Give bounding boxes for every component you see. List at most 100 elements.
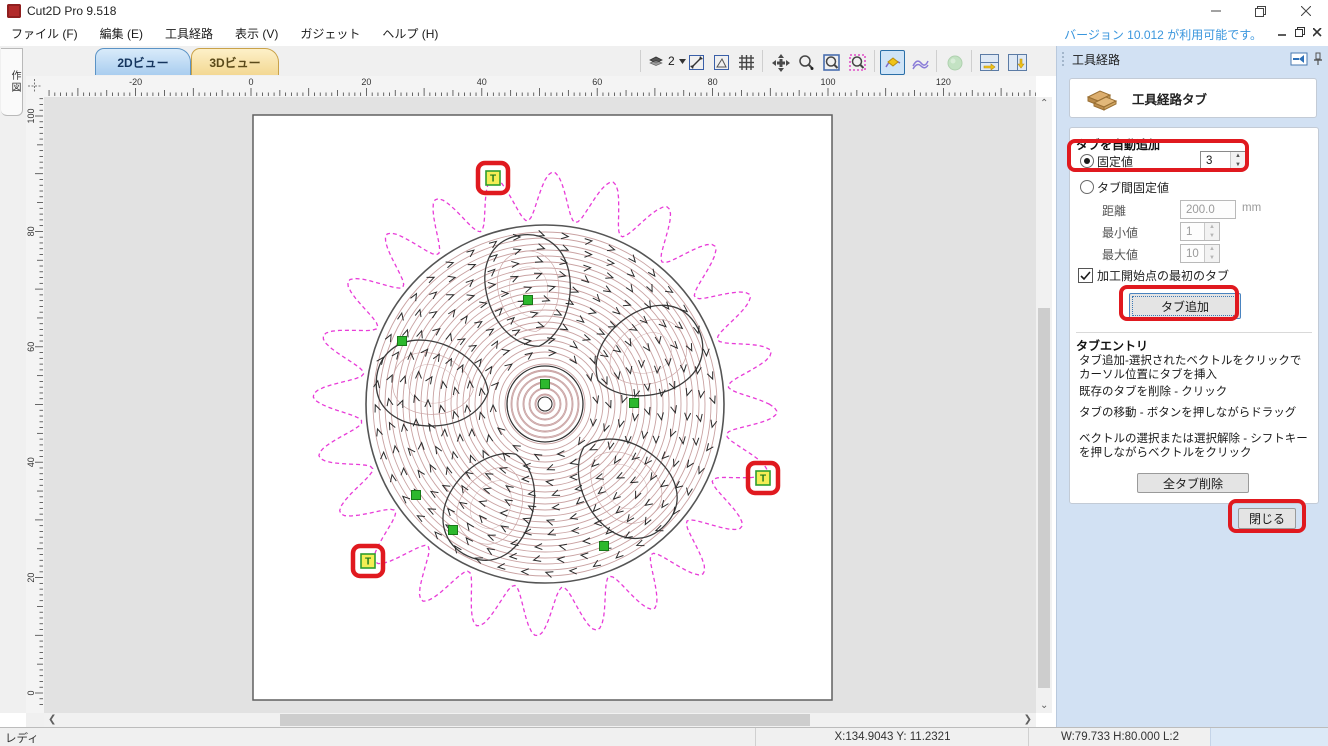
grid-toggle-icon[interactable] [734,50,759,75]
panel-title: 工具経路 [1072,51,1120,68]
fixed-value-label: 固定値 [1097,153,1133,170]
svg-text:120: 120 [936,77,951,87]
vertical-scroll-thumb[interactable] [1038,308,1050,688]
close-panel-button[interactable]: 閉じる [1238,508,1296,529]
tab-entry-line1: タブ追加-選択されたベクトルをクリックでカーソル位置にタブを挿入 [1079,355,1311,382]
menu-file[interactable]: ファイル (F) [0,22,89,46]
toolpath-tabs-header-card: 工具経路タブ [1069,78,1317,118]
horizontal-ruler: -20020406080100120 [44,76,1036,98]
toggle-solid-view-icon[interactable] [942,50,967,75]
delete-all-tabs-button[interactable]: 全タブ削除 [1137,473,1249,493]
svg-text:80: 80 [26,226,36,236]
horizontal-scroll-thumb[interactable] [280,714,810,726]
first-tab-checkbox-label: 加工開始点の最初のタブ [1097,267,1229,284]
menu-view[interactable]: 表示 (V) [224,22,289,46]
close-button[interactable] [1283,0,1328,22]
layer-stack-icon [648,54,664,68]
panel-grip[interactable] [1061,51,1066,67]
zoom-to-material-icon[interactable] [709,50,734,75]
tab-settings-card: タブを自動追加 固定値 3 ▲▼ タブ間固定値 距離 200.0 mm 最小値 … [1069,127,1319,504]
tab-marker [541,380,550,389]
app-icon [7,4,21,18]
scroll-left-arrow[interactable]: ❮ [48,713,56,727]
material-page [253,115,832,700]
tab-marker [630,399,639,408]
panel-card-title: 工具経路タブ [1132,89,1207,108]
svg-text:20: 20 [26,573,36,583]
menu-gadget[interactable]: ガジェット [289,22,371,46]
tab-3d-view[interactable]: 3Dビュー [191,48,279,75]
add-tabs-button[interactable]: タブ追加 [1129,293,1241,319]
min-label: 最小値 [1102,224,1138,241]
first-tab-checkbox[interactable] [1078,268,1093,283]
application-window: Cut2D Pro 9.518 ファイル (F) 編集 (E) 工具経路 表示 … [0,0,1328,746]
menu-help[interactable]: ヘルプ (H) [371,22,449,46]
vertical-scrollbar[interactable]: ⌃ ⌄ [1036,97,1052,713]
menu-edit[interactable]: 編集 (E) [89,22,154,46]
zoom-to-fit-icon[interactable] [684,50,709,75]
child-minimize-icon[interactable] [1278,28,1287,37]
pan-icon[interactable] [768,50,793,75]
tab-entry-line2: 既存のタブを削除 - クリック [1079,386,1311,400]
minimize-button[interactable] [1193,0,1238,22]
spacing-label: タブ間固定値 [1097,179,1169,196]
svg-text:T: T [365,557,371,568]
zoom-to-selection-icon[interactable] [845,50,870,75]
child-close-icon[interactable] [1313,28,1322,37]
svg-text:100: 100 [26,108,36,123]
fixed-value-radio[interactable] [1080,154,1094,168]
spacing-radio[interactable] [1080,180,1094,194]
auto-add-heading: タブを自動追加 [1076,136,1160,153]
svg-text:40: 40 [26,457,36,467]
scroll-up-arrow[interactable]: ⌃ [1040,97,1048,111]
tab-marker [398,337,407,346]
child-restore-icon[interactable] [1295,27,1305,37]
spin-up-icon[interactable]: ▲ [1231,152,1245,161]
svg-text:-20: -20 [129,77,142,87]
svg-text:40: 40 [477,77,487,87]
status-cursor-position: X:134.9043 Y: 11.2321 [755,728,1029,746]
svg-text:0: 0 [248,77,253,87]
flyout-tab-drawing[interactable]: 作図 [1,48,23,116]
spin-down-icon[interactable]: ▼ [1231,161,1245,170]
maximize-button[interactable] [1238,0,1283,22]
distance-input[interactable]: 200.0 [1180,200,1236,219]
tab-2d-view[interactable]: 2Dビュー [95,48,191,75]
scroll-down-arrow[interactable]: ⌄ [1040,699,1048,713]
toggle-vector-view-icon[interactable] [907,50,932,75]
svg-text:T: T [490,174,496,185]
tab-marker [449,526,458,535]
version-update-link[interactable]: バージョン 10.012 が利用可能です。 [1064,26,1262,43]
svg-text:60: 60 [26,342,36,352]
horizontal-scrollbar[interactable]: ❮ ❯ [44,713,1036,727]
zoom-interactive-icon[interactable] [793,50,818,75]
toggle-2d-toolpath-view-icon[interactable] [880,50,905,75]
dock-panel-icon[interactable] [1290,52,1308,66]
status-ready: レディ [5,730,39,746]
tab-entry-line3: タブの移動 - ボタンを押しながらドラッグ [1079,407,1311,421]
toolpath-tabs-icon [1084,85,1118,111]
menu-toolpath[interactable]: 工具経路 [154,22,224,46]
min-spinner[interactable]: 1 ▲▼ [1180,222,1220,241]
tab-marker [412,491,421,500]
tab-marker [524,296,533,305]
toolpath-panel: 工具経路 工具経路タブ タブを自動追加 固定値 3 [1056,46,1328,727]
menu-bar: ファイル (F) 編集 (E) 工具経路 表示 (V) ガジェット ヘルプ (H… [0,22,1328,47]
max-label: 最大値 [1102,246,1138,263]
scroll-right-arrow[interactable]: ❯ [1024,713,1032,727]
layer-selector[interactable]: 2 [648,50,686,72]
zoom-window-icon[interactable] [819,50,844,75]
svg-text:80: 80 [708,77,718,87]
max-spinner[interactable]: 10 ▲▼ [1180,244,1220,263]
distance-unit: mm [1242,202,1261,214]
layout-split-vertical-icon[interactable] [1005,50,1030,75]
pin-icon[interactable] [1313,52,1323,66]
window-title: Cut2D Pro 9.518 [27,4,116,18]
tab-entry-heading: タブエントリ [1076,337,1148,354]
toolbar-row: 2Dビュー 3Dビュー 2 [0,46,1056,76]
left-flyout-strip [0,76,26,713]
2d-view-canvas[interactable]: TTT [44,97,1036,713]
title-bar: Cut2D Pro 9.518 [0,0,1328,23]
fixed-value-spinner[interactable]: 3 ▲▼ [1200,151,1246,170]
layout-split-horizontal-icon[interactable] [977,50,1002,75]
